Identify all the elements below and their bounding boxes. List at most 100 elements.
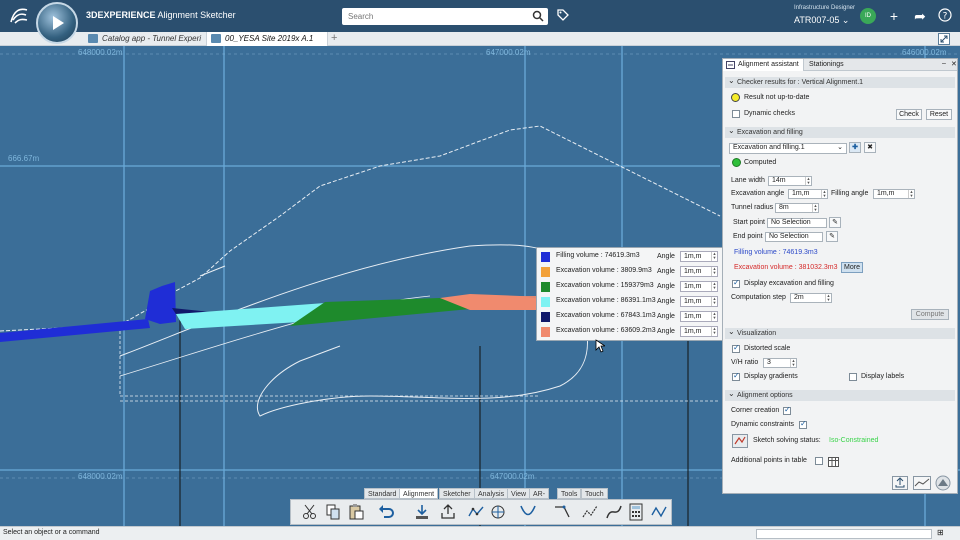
tab-stationings[interactable]: Stationings <box>805 59 848 71</box>
table-icon[interactable] <box>828 455 839 467</box>
checker-section-header[interactable]: Checker results for : Vertical Alignment… <box>725 75 955 88</box>
search-icon[interactable] <box>532 10 544 22</box>
grid-toggle-icon[interactable]: ⊞ <box>937 528 944 537</box>
filling-angle-input[interactable]: 1m,m ▲ ▼ <box>873 189 915 199</box>
display-labels-checkbox[interactable] <box>849 373 857 381</box>
spline-icon[interactable] <box>605 503 623 521</box>
tab-alignment-assistant[interactable]: Alignment assistant <box>723 59 804 71</box>
angle-label: Angle <box>657 283 675 290</box>
angle-input[interactable]: 1m,m ▲ ▼ <box>680 266 718 277</box>
volume-label: Filling volume : 74619.3m3 <box>556 252 640 259</box>
undo-icon[interactable] <box>377 503 395 521</box>
dynamic-constraints-checkbox[interactable] <box>799 419 807 429</box>
tunnel-icon[interactable] <box>934 475 952 491</box>
polyline-icon[interactable] <box>467 503 485 521</box>
tunnel-radius-input[interactable]: 8m ▲ ▼ <box>775 203 819 213</box>
tab-alignment[interactable]: Alignment <box>399 488 439 499</box>
fit-screen-icon[interactable] <box>938 33 950 45</box>
corner-creation-checkbox[interactable] <box>783 405 791 415</box>
tab-sketcher[interactable]: Sketcher <box>439 488 475 499</box>
minimize-icon[interactable]: – <box>942 60 946 67</box>
tab-standard[interactable]: Standard <box>364 488 401 499</box>
ds-logo[interactable] <box>8 6 30 30</box>
compute-button[interactable]: Compute <box>911 309 949 320</box>
angle-input[interactable]: 1m,m ▲ ▼ <box>680 326 718 337</box>
tab-catalog-app[interactable]: Catalog app - Tunnel Experi <box>84 32 204 46</box>
select-start-icon[interactable]: ✎ <box>829 217 841 228</box>
angle-input[interactable]: 1m,m ▲ ▼ <box>680 281 718 292</box>
add-tab-button[interactable]: + <box>331 32 337 45</box>
visualization-section-header[interactable]: Visualization <box>725 326 955 339</box>
additional-points-checkbox[interactable] <box>815 457 823 465</box>
profile-line-icon[interactable] <box>650 503 668 521</box>
options-section-header[interactable]: Alignment options <box>725 388 955 401</box>
command-input[interactable] <box>756 529 932 539</box>
export-tool-icon[interactable] <box>439 503 457 521</box>
tab-touch[interactable]: Touch <box>581 488 608 499</box>
volume-row: Filling volume : 74619.3m3 Angle 1m,m ▲ ▼ <box>540 250 723 264</box>
angle-input[interactable]: 1m,m ▲ ▼ <box>680 251 718 262</box>
vertical-curve-icon[interactable] <box>519 503 537 521</box>
dynamic-checks-label: Dynamic checks <box>744 110 795 117</box>
document-tab-bar: Catalog app - Tunnel Experi 00_YESA Site… <box>0 32 960 46</box>
tag-icon[interactable] <box>556 8 570 22</box>
delete-icon[interactable]: ✖ <box>864 142 876 153</box>
tangent-icon[interactable] <box>553 503 571 521</box>
volume-row: Excavation volume : 67843.1m3 Angle 1m,m… <box>540 310 723 324</box>
corner-creation-label: Corner creation <box>731 407 780 414</box>
paste-icon[interactable] <box>347 503 365 521</box>
select-end-icon[interactable]: ✎ <box>826 231 838 242</box>
tab-analysis[interactable]: Analysis <box>474 488 509 499</box>
profile-icon[interactable] <box>913 476 931 490</box>
end-point-label: End point <box>733 233 763 240</box>
search-input[interactable] <box>342 8 522 25</box>
grade-icon[interactable] <box>581 503 599 521</box>
display-gradients-checkbox[interactable] <box>732 371 740 381</box>
angle-input[interactable]: 1m,m ▲ ▼ <box>680 311 718 322</box>
check-button[interactable]: Check <box>896 109 922 120</box>
cut-icon[interactable] <box>301 503 319 521</box>
add-icon[interactable]: ✚ <box>849 142 861 153</box>
alignment-assistant-panel: Alignment assistant Stationings – ✕ Chec… <box>722 58 958 494</box>
computation-step-input[interactable]: 2m ▲ ▼ <box>790 293 832 303</box>
reset-button[interactable]: Reset <box>926 109 952 120</box>
color-swatch <box>541 327 550 337</box>
tab-tools[interactable]: Tools <box>557 488 582 499</box>
avatar[interactable]: ID <box>860 8 876 24</box>
display-excavation-checkbox[interactable] <box>732 278 740 288</box>
copy-icon[interactable] <box>324 503 342 521</box>
plus-icon[interactable]: + <box>886 8 902 24</box>
coord-label: 646000.02m <box>902 48 947 57</box>
excavation-section-header[interactable]: Excavation and filling <box>725 125 955 138</box>
excavation-select[interactable]: Excavation and filling.1 ⌄ <box>729 143 847 154</box>
distorted-scale-checkbox[interactable] <box>732 343 740 353</box>
tab-yesa-site[interactable]: 00_YESA Site 2019x A.1 <box>206 32 328 46</box>
svg-text:?: ? <box>943 12 948 22</box>
action-toolbar <box>290 499 672 525</box>
angle-input[interactable]: 1m,m ▲ ▼ <box>680 296 718 307</box>
more-button[interactable]: More <box>841 262 863 273</box>
color-swatch <box>541 312 550 322</box>
export-icon[interactable] <box>892 476 908 490</box>
context-selector[interactable]: ATR007-05 ⌄ <box>794 15 849 26</box>
calculator-icon[interactable] <box>627 503 645 521</box>
sketch-status-icon[interactable] <box>732 434 748 448</box>
close-icon[interactable]: ✕ <box>951 60 957 68</box>
start-point-input[interactable]: No Selection <box>767 218 827 228</box>
constraint-icon[interactable] <box>489 503 507 521</box>
dynamic-checks-checkbox[interactable] <box>732 110 740 118</box>
compass-play-button[interactable] <box>36 2 78 44</box>
help-icon[interactable]: ? <box>937 8 953 24</box>
lane-width-input[interactable]: 14m ▲ ▼ <box>768 176 812 186</box>
tab-ar-vr[interactable]: AR-VR <box>529 488 550 509</box>
volume-row: Excavation volume : 86391.1m3 Angle 1m,m… <box>540 295 723 309</box>
end-point-input[interactable]: No Selection <box>765 232 823 242</box>
tab-view[interactable]: View <box>507 488 531 499</box>
angle-label: Angle <box>657 313 675 320</box>
search-box[interactable] <box>342 8 548 25</box>
share-icon[interactable]: ➦ <box>912 8 928 24</box>
insert-icon[interactable] <box>413 503 431 521</box>
volume-row: Excavation volume : 63609.2m3 Angle 1m,m… <box>540 325 723 339</box>
excavation-angle-input[interactable]: 1m,m ▲ ▼ <box>788 189 828 199</box>
vh-ratio-input[interactable]: 3 ▲ ▼ <box>763 358 797 368</box>
